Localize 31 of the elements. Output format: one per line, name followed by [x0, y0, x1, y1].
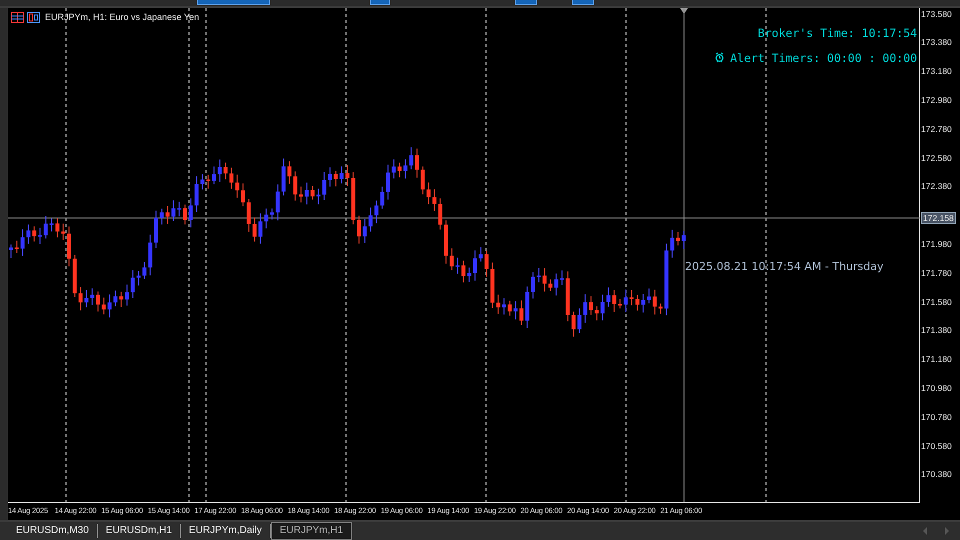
- price-label: 171.580: [921, 296, 952, 308]
- price-label: 173.580: [921, 8, 952, 20]
- price-label: 170.580: [921, 440, 952, 452]
- price-label: 172.980: [921, 94, 952, 106]
- scroll-right-icon[interactable]: [944, 526, 950, 535]
- price-label: 171.380: [921, 324, 952, 336]
- price-label: 170.980: [921, 382, 952, 394]
- chart-title: EURJPYm, H1: Euro vs Japanese Yen: [45, 12, 200, 22]
- bar-chart-icon[interactable]: [27, 12, 40, 23]
- price-label: 173.180: [921, 65, 952, 78]
- current-price-label: 172.158: [921, 212, 956, 224]
- price-label: 172.780: [921, 122, 952, 135]
- scroll-left-icon[interactable]: [922, 526, 928, 535]
- price-label: 173.380: [921, 36, 952, 48]
- toolbar-button[interactable]: [370, 0, 390, 5]
- price-label: 171.780: [921, 266, 952, 279]
- alarm-clock-icon: [715, 52, 724, 64]
- price-label: 171.180: [921, 353, 952, 366]
- chart-tab[interactable]: EURJPYm,H1: [270, 522, 352, 540]
- broker-time: Broker's Time: 10:17:54: [758, 26, 918, 40]
- toolbar-button[interactable]: [515, 0, 537, 5]
- price-label: 170.380: [921, 468, 952, 480]
- cursor-time: 2025.08.21 10:17:54 AM - Thursday: [685, 260, 884, 273]
- toolbar-button[interactable]: [572, 0, 594, 5]
- toolbar-button[interactable]: [197, 0, 270, 5]
- grid-icon[interactable]: [11, 12, 24, 23]
- alert-timers: Alert Timers: 00:00 : 00:00: [730, 50, 918, 65]
- price-label: 171.980: [921, 238, 952, 250]
- price-label: 170.780: [921, 410, 952, 423]
- price-label: 172.580: [921, 152, 952, 164]
- price-label: 172.380: [921, 180, 952, 192]
